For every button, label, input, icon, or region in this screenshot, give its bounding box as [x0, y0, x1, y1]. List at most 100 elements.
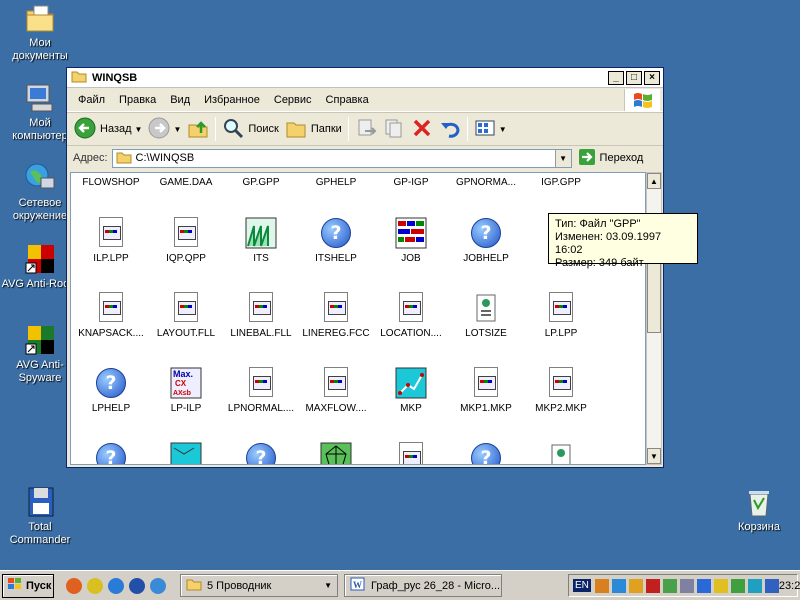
file-item[interactable]: LOTSIZE	[448, 292, 524, 339]
file-item[interactable]: GPHELP	[298, 177, 374, 188]
maximize-button[interactable]: □	[626, 70, 642, 85]
file-item[interactable]: GAME.DAA	[148, 177, 224, 188]
views-button[interactable]: ▼	[471, 115, 510, 143]
forward-button[interactable]: ▼	[145, 115, 184, 143]
file-item[interactable]: LINEREG.FCC	[298, 292, 374, 339]
minimize-button[interactable]: _	[608, 70, 624, 85]
address-dropdown-button[interactable]: ▼	[554, 149, 571, 167]
file-item[interactable]: ILP.LPP	[73, 217, 149, 264]
toolbar: Назад ▼ ▼ Поиск Папки ▼	[67, 112, 663, 146]
taskbar-button-explorer[interactable]: 5 Проводник ▼	[180, 574, 338, 597]
tray-avg-icon[interactable]	[713, 578, 728, 593]
browser-icon[interactable]	[66, 577, 82, 594]
desktop-icon-recycle-bin[interactable]: Корзина	[720, 486, 798, 534]
file-name: LOTSIZE	[465, 328, 507, 339]
file-name: LP-ILP	[170, 403, 202, 414]
file-item[interactable]: ? ITSHELP	[298, 217, 374, 264]
file-item[interactable]: GPNORMA...	[448, 177, 524, 188]
file-item[interactable]: ?	[73, 442, 149, 464]
file-item[interactable]: MKP2.MKP	[523, 367, 599, 414]
scroll-thumb[interactable]	[647, 263, 661, 333]
menu-help[interactable]: Справка	[319, 94, 376, 106]
file-item[interactable]: IGP.GPP	[523, 177, 599, 188]
language-indicator[interactable]: EN	[573, 579, 591, 592]
title-bar[interactable]: WINQSB _ □ ×	[67, 68, 663, 88]
window-title: WINQSB	[92, 71, 138, 84]
tray-media-icon[interactable]	[747, 578, 762, 593]
file-item[interactable]: LOCATION....	[373, 292, 449, 339]
file-item[interactable]: FLOWSHOP	[73, 177, 149, 188]
menu-tools[interactable]: Сервис	[267, 94, 319, 106]
start-button[interactable]: Пуск	[2, 573, 54, 598]
go-button[interactable]: Переход	[578, 148, 643, 169]
file-item[interactable]: GP-IGP	[373, 177, 449, 188]
menu-view[interactable]: Вид	[163, 94, 197, 106]
media-player-icon[interactable]	[129, 577, 145, 594]
folder-icon	[71, 69, 87, 86]
delete-button[interactable]	[408, 115, 436, 143]
desktop-show-icon[interactable]	[87, 577, 103, 594]
file-item[interactable]	[298, 442, 374, 464]
tray-network-icon[interactable]	[611, 578, 626, 593]
file-item[interactable]: IQP.QPP	[148, 217, 224, 264]
taskbar-button-word[interactable]: W Граф_рус 26_28 - Micro...	[344, 574, 502, 597]
computer-icon	[24, 82, 56, 114]
tray-app-icon[interactable]	[594, 578, 609, 593]
back-button[interactable]: Назад ▼	[71, 115, 145, 143]
file-item[interactable]: ?	[223, 442, 299, 464]
tray-volume-icon[interactable]	[628, 578, 643, 593]
copy-to-button[interactable]	[380, 115, 408, 143]
file-item[interactable]: MKP	[373, 367, 449, 414]
scroll-up-button[interactable]: ▲	[647, 173, 661, 189]
file-item[interactable]: Max. CX AX≤b LP-ILP	[148, 367, 224, 414]
clock[interactable]: 23:21	[779, 580, 800, 592]
internet-explorer-icon[interactable]	[108, 577, 124, 594]
undo-button[interactable]	[436, 115, 464, 143]
messenger-icon[interactable]	[150, 577, 166, 594]
tray-driver-icon[interactable]	[696, 578, 711, 593]
desktop-icon-total-commander[interactable]: Total Commander	[1, 486, 79, 547]
chevron-down-icon[interactable]: ▼	[499, 125, 507, 134]
file-item[interactable]: ? LPHELP	[73, 367, 149, 414]
menu-edit[interactable]: Правка	[112, 94, 163, 106]
desktop-icon-my-documents[interactable]: Мои документы	[1, 2, 79, 63]
file-item[interactable]	[148, 442, 224, 464]
lp-ilp-icon-line-2: CX	[175, 379, 187, 388]
tray-antivirus-icon[interactable]	[662, 578, 677, 593]
tray-security-icon[interactable]	[645, 578, 660, 593]
file-name: LINEREG.FCC	[302, 328, 370, 339]
file-item[interactable]: LAYOUT.FLL	[148, 292, 224, 339]
search-button[interactable]: Поиск	[219, 115, 281, 143]
avg-icon	[24, 324, 56, 356]
move-to-button[interactable]	[352, 115, 380, 143]
up-folder-button[interactable]	[184, 115, 212, 143]
file-item[interactable]: GP.GPP	[223, 177, 299, 188]
file-item[interactable]: ? JOBHELP	[448, 217, 524, 264]
chevron-down-icon[interactable]: ▼	[173, 125, 181, 134]
close-button[interactable]: ×	[644, 70, 660, 85]
tray-update-icon[interactable]	[679, 578, 694, 593]
file-item[interactable]: MAXFLOW....	[298, 367, 374, 414]
toolbar-separator	[466, 117, 468, 141]
delete-x-icon	[411, 117, 433, 142]
file-item[interactable]: LINEBAL.FLL	[223, 292, 299, 339]
file-item[interactable]: KNAPSACK....	[73, 292, 149, 339]
address-input[interactable]: C:\WINQSB ▼	[111, 148, 572, 168]
file-item[interactable]	[523, 442, 599, 464]
file-item[interactable]: LPNORMAL....	[223, 367, 299, 414]
file-item[interactable]: MKP1.MKP	[448, 367, 524, 414]
file-item[interactable]: LP.LPP	[523, 292, 599, 339]
folders-button[interactable]: Папки	[282, 115, 345, 143]
menu-file[interactable]: Файл	[71, 94, 112, 106]
tray-connection-icon[interactable]	[764, 578, 779, 593]
file-item[interactable]: ?	[448, 442, 524, 464]
chevron-down-icon[interactable]: ▼	[135, 125, 143, 134]
scroll-down-button[interactable]: ▼	[647, 448, 661, 464]
folder-icon	[186, 577, 202, 594]
file-name: KNAPSACK....	[78, 328, 144, 339]
file-item[interactable]: JOB	[373, 217, 449, 264]
file-item[interactable]	[373, 442, 449, 464]
menu-favorites[interactable]: Избранное	[197, 94, 267, 106]
tray-nvidia-icon[interactable]	[730, 578, 745, 593]
file-item[interactable]: ITS	[223, 217, 299, 264]
